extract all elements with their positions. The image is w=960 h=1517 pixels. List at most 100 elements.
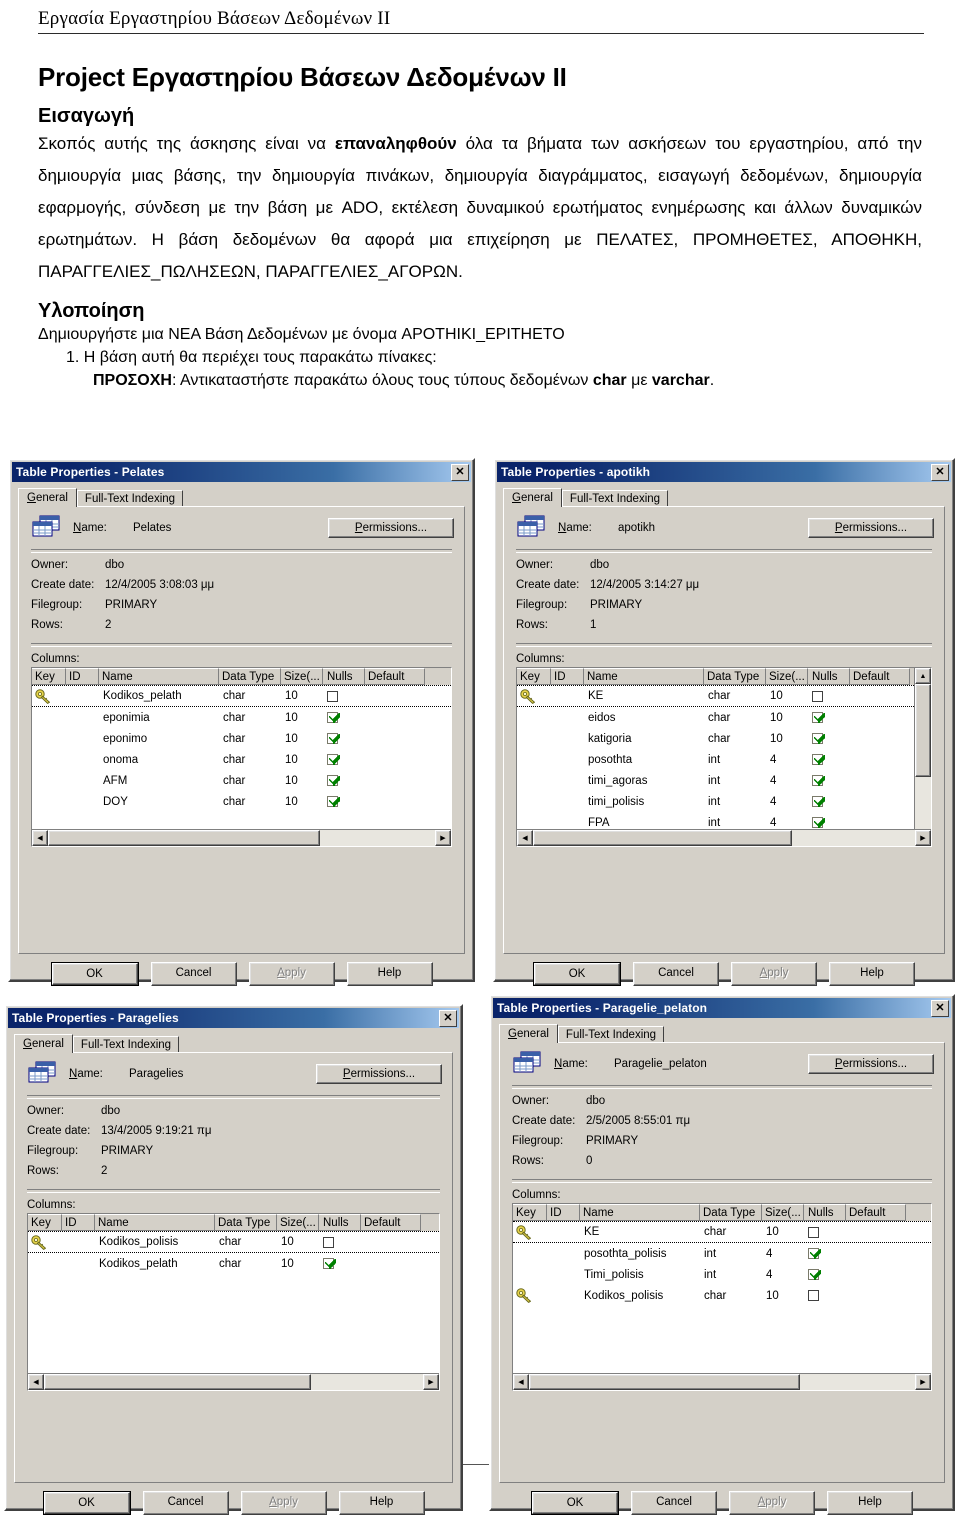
row-default-cell[interactable] [846,1285,906,1306]
horizontal-scroll-track[interactable] [529,1374,915,1390]
dialog-titlebar[interactable]: Table Properties - apotikh ✕ [497,462,951,482]
column-row[interactable]: FPA int 4 [517,812,914,829]
row-size-cell[interactable]: 4 [766,791,808,812]
grid-column-header-default[interactable]: Default [850,668,910,685]
row-nulls-cell[interactable] [804,1264,846,1285]
grid-column-header-id[interactable]: ID [547,1204,580,1221]
close-icon[interactable]: ✕ [931,999,949,1017]
row-name-cell[interactable]: Kodikos_polisis [580,1285,700,1306]
row-name-cell[interactable]: timi_agoras [584,770,704,791]
row-default-cell[interactable] [365,686,425,706]
tab-general[interactable]: General [503,488,562,507]
row-name-cell[interactable]: posothta [584,749,704,770]
row-id-cell[interactable] [62,1253,95,1274]
row-nulls-cell[interactable] [808,770,850,791]
row-datatype-cell[interactable]: char [219,791,281,812]
row-size-cell[interactable]: 10 [281,791,323,812]
row-datatype-cell[interactable]: char [219,770,281,791]
row-name-cell[interactable]: KE [580,1222,700,1242]
row-name-cell[interactable]: KE [584,686,704,706]
columns-grid[interactable]: Key ID Name Data Type Size(... Nulls Default KE… [516,667,932,847]
grid-column-header-id[interactable]: ID [62,1214,95,1231]
close-icon[interactable]: ✕ [451,463,469,481]
dialog-tabstrip[interactable]: General Full-Text Indexing [499,1023,953,1043]
column-row[interactable]: timi_polisis int 4 [517,791,914,812]
column-row[interactable]: eponimia char 10 [32,707,451,728]
nulls-checkbox[interactable] [812,754,825,766]
column-row[interactable]: AFM char 10 [32,770,451,791]
row-id-cell[interactable] [551,812,584,829]
grid-column-header-default[interactable]: Default [361,1214,421,1231]
row-key-cell[interactable] [517,770,551,791]
grid-column-header-datatype[interactable]: Data Type [704,668,766,685]
row-size-cell[interactable]: 4 [762,1243,804,1264]
row-datatype-cell[interactable]: char [219,686,281,706]
grid-column-header-datatype[interactable]: Data Type [219,668,281,685]
apply-button[interactable]: Apply [248,962,335,986]
column-row[interactable]: eidos char 10 [517,707,914,728]
row-nulls-cell[interactable] [808,812,850,829]
tab-full-text-indexing[interactable]: Full-Text Indexing [76,490,184,506]
nulls-checkbox[interactable] [327,796,340,808]
row-size-cell[interactable]: 4 [766,770,808,791]
row-key-cell[interactable] [517,791,551,812]
grid-header-row[interactable]: Key ID Name Data Type Size(... Nulls Default [28,1214,439,1231]
close-icon[interactable]: ✕ [931,463,949,481]
table-properties-dialog-apotikh[interactable]: Table Properties - apotikh ✕ General Full-T… [493,458,955,986]
row-size-cell[interactable]: 10 [277,1253,319,1274]
tab-general[interactable]: General [14,1034,73,1053]
grid-viewport[interactable]: Key ID Name Data Type Size(... Nulls Default Ko… [28,1214,439,1373]
tab-general[interactable]: General [499,1024,558,1043]
row-name-cell[interactable]: timi_polisis [584,791,704,812]
row-default-cell[interactable] [365,728,425,749]
nulls-checkbox[interactable] [808,1226,819,1238]
row-id-cell[interactable] [66,686,99,706]
row-size-cell[interactable]: 10 [281,686,323,706]
cancel-button[interactable]: Cancel [633,962,719,986]
row-id-cell[interactable] [551,749,584,770]
row-nulls-cell[interactable] [319,1232,361,1252]
close-icon[interactable]: ✕ [439,1009,457,1027]
grid-column-header-id[interactable]: ID [66,668,99,685]
grid-column-header-name[interactable]: Name [584,668,704,685]
row-key-cell[interactable] [517,728,551,749]
nulls-checkbox[interactable] [327,733,340,745]
permissions-button[interactable]: Permissions... [808,1054,934,1074]
row-id-cell[interactable] [66,728,99,749]
row-key-cell[interactable] [32,749,66,770]
permissions-button[interactable]: Permissions... [316,1064,442,1084]
columns-grid[interactable]: Key ID Name Data Type Size(... Nulls Default KE… [512,1203,932,1391]
scroll-up-arrow-icon[interactable]: ▲ [915,668,931,684]
ok-button[interactable]: OK [51,963,138,985]
row-key-cell[interactable] [32,707,66,728]
nulls-checkbox[interactable] [327,754,340,766]
grid-column-header-key[interactable]: Key [32,668,66,685]
row-default-cell[interactable] [850,707,910,728]
row-name-cell[interactable]: posothta_polisis [580,1243,700,1264]
row-size-cell[interactable]: 4 [762,1264,804,1285]
horizontal-scroll-thumb[interactable] [533,830,792,846]
row-nulls-cell[interactable] [808,728,850,749]
row-nulls-cell[interactable] [323,791,365,812]
row-id-cell[interactable] [551,707,584,728]
scroll-left-arrow-icon[interactable]: ◀ [32,830,48,846]
column-row[interactable]: katigoria char 10 [517,728,914,749]
row-datatype-cell[interactable]: int [704,812,766,829]
grid-column-header-size[interactable]: Size(... [766,668,808,685]
grid-column-header-nulls[interactable]: Nulls [808,668,850,685]
grid-column-header-id[interactable]: ID [551,668,584,685]
help-button[interactable]: Help [346,962,433,986]
column-row[interactable]: KE char 10 [517,685,914,707]
nulls-checkbox[interactable] [808,1248,821,1260]
scroll-right-arrow-icon[interactable]: ▶ [915,1374,931,1390]
grid-column-header-key[interactable]: Key [28,1214,62,1231]
horizontal-scroll-thumb[interactable] [529,1374,800,1390]
tab-general[interactable]: General [18,488,77,507]
row-size-cell[interactable]: 10 [281,728,323,749]
row-key-cell[interactable] [513,1285,547,1306]
row-datatype-cell[interactable]: char [219,707,281,728]
grid-column-header-datatype[interactable]: Data Type [700,1204,762,1221]
row-nulls-cell[interactable] [319,1253,361,1274]
column-row[interactable]: eponimo char 10 [32,728,451,749]
row-size-cell[interactable]: 10 [766,728,808,749]
